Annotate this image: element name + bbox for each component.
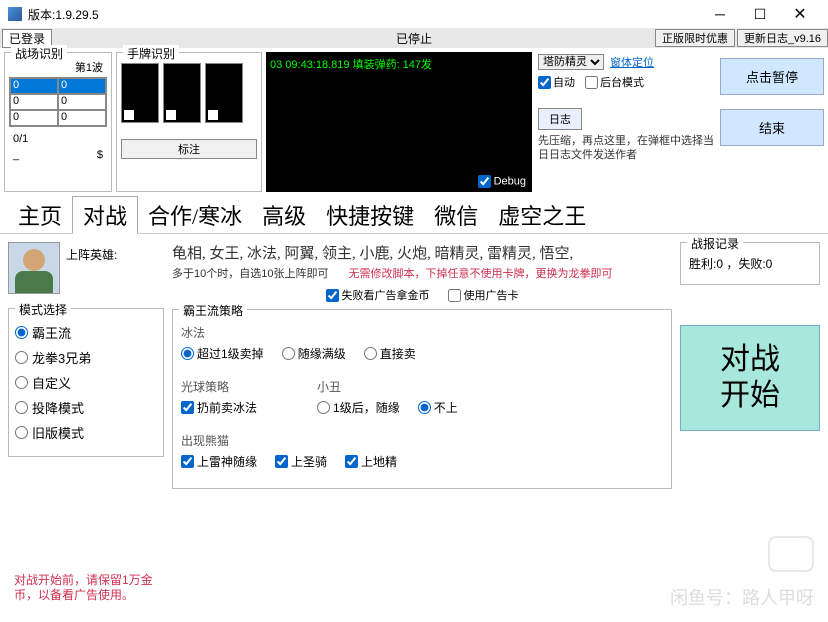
battlefield-table: 00 00 00 [9,77,107,127]
start-button[interactable]: 对战 开始 [680,325,820,431]
log-button[interactable]: 日志 [538,108,582,130]
log-hint: 先压缩，再点这里，在弹框中选择当日日志文件发送作者 [538,134,714,163]
mode-surrender[interactable]: 投降模式 [15,398,157,417]
tab-wechat[interactable]: 微信 [424,197,488,233]
hero-list: 龟相, 女王, 冰法, 阿翼, 领主, 小鹿, 火炮, 暗精灵, 雷精灵, 悟空… [172,242,672,263]
table-row[interactable]: 00 [10,110,106,126]
panda-paladin[interactable]: 上圣骑 [275,453,327,470]
right-panel: 塔防精灵 窗体定位 自动 后台模式 日志 先压缩，再点这里，在弹框中选择当日日志… [536,52,716,192]
table-row[interactable]: 00 [10,94,106,110]
clown-title: 小丑 [317,378,458,395]
card-slot[interactable] [121,63,159,123]
panda-goblin[interactable]: 上地精 [345,453,397,470]
clown-opt-after[interactable]: 1级后，随缘 [317,399,400,416]
auto-checkbox[interactable]: 自动 [538,74,575,90]
card-slot[interactable] [163,63,201,123]
tab-void[interactable]: 虚空之王 [488,197,596,233]
tab-bar: 主页 对战 合作/寒冰 高级 快捷按键 微信 虚空之王 [0,196,828,234]
debug-checkbox[interactable]: Debug [478,175,526,188]
tab-battle[interactable]: 对战 [72,196,138,234]
ice-opt-random[interactable]: 随缘满级 [282,345,346,362]
tab-advanced[interactable]: 高级 [252,197,316,233]
console-line: 03 09:43:18.819 填装弹药: 147发 [270,56,528,72]
progress-text: 0/1 [9,133,107,145]
console-output: 03 09:43:18.819 填装弹药: 147发 Debug [266,52,532,192]
end-button[interactable]: 结束 [720,109,824,146]
app-icon [8,7,22,21]
panda-thunder[interactable]: 上雷神随缘 [181,453,257,470]
warrecord-text: 胜利:0 ，失败:0 [689,255,811,272]
tab-hotkey[interactable]: 快捷按键 [316,197,424,233]
handrec-group: 手牌识别 标注 [116,52,262,192]
mode-longquan[interactable]: 龙拳3兄弟 [15,348,157,367]
tab-home[interactable]: 主页 [8,197,72,233]
warrecord-title: 战报记录 [687,235,743,252]
tab-coop[interactable]: 合作/寒冰 [138,197,252,233]
adcard-checkbox[interactable]: 使用广告卡 [448,287,519,303]
orb-checkbox[interactable]: 扔前卖冰法 [181,399,257,416]
mode-title: 模式选择 [15,301,71,318]
minimize-button[interactable]: ─ [700,0,740,28]
clown-opt-no[interactable]: 不上 [418,399,458,416]
titlebar: 版本:1.9.29.5 ─ ☐ ✕ [0,0,828,28]
orb-title: 光球策略 [181,378,257,395]
locate-link[interactable]: 窗体定位 [610,54,654,70]
mode-custom[interactable]: 自定义 [15,373,157,392]
strategy-group: 霸王流策略 冰法 超过1级卖掉 随缘满级 直接卖 光球策略 扔前卖冰法 小丑 1… [172,309,672,489]
ice-opt-sell[interactable]: 超过1级卖掉 [181,345,264,362]
battlefield-group: 战场识别 第1波 00 00 00 0/1 _$ [4,52,112,192]
maximize-button[interactable]: ☐ [740,0,780,28]
warrecord-group: 战报记录 胜利:0 ，失败:0 [680,242,820,285]
background-checkbox[interactable]: 后台模式 [585,74,644,90]
mark-button[interactable]: 标注 [121,139,257,159]
ad-checkbox[interactable]: 失败看广告拿金币 [326,287,430,303]
battlefield-title: 战场识别 [11,45,67,62]
card-slot[interactable] [205,63,243,123]
close-button[interactable]: ✕ [780,0,820,28]
mode-bawang[interactable]: 霸王流 [15,323,157,342]
panda-title: 出现熊猫 [181,432,663,449]
changelog-button[interactable]: 更新日志_v9.16 [737,29,828,47]
hero-warn: 无需修改脚本，下掉任意不使用卡牌，更换为龙拳即可 [348,265,612,281]
ice-opt-direct[interactable]: 直接卖 [364,345,416,362]
hero-label: 上阵英雄: [66,242,117,294]
handrec-title: 手牌识别 [123,45,179,62]
mode-group: 模式选择 霸王流 龙拳3兄弟 自定义 投降模式 旧版模式 [8,308,164,457]
window-title: 版本:1.9.29.5 [28,6,700,23]
bottom-warning: 对战开始前，请保留1万金币，以备看广告使用。 [14,573,154,604]
pause-button[interactable]: 点击暂停 [720,58,824,95]
table-row[interactable]: 00 [10,78,106,94]
promo-button[interactable]: 正版限时优惠 [655,29,735,47]
ice-title: 冰法 [181,324,663,341]
hero-avatar [8,242,60,294]
target-select[interactable]: 塔防精灵 [538,54,604,70]
strategy-title: 霸王流策略 [179,302,247,319]
mode-legacy[interactable]: 旧版模式 [15,423,157,442]
hero-note: 多于10个时，自选10张上阵即可 [172,265,328,281]
run-status: 已停止 [396,30,432,47]
